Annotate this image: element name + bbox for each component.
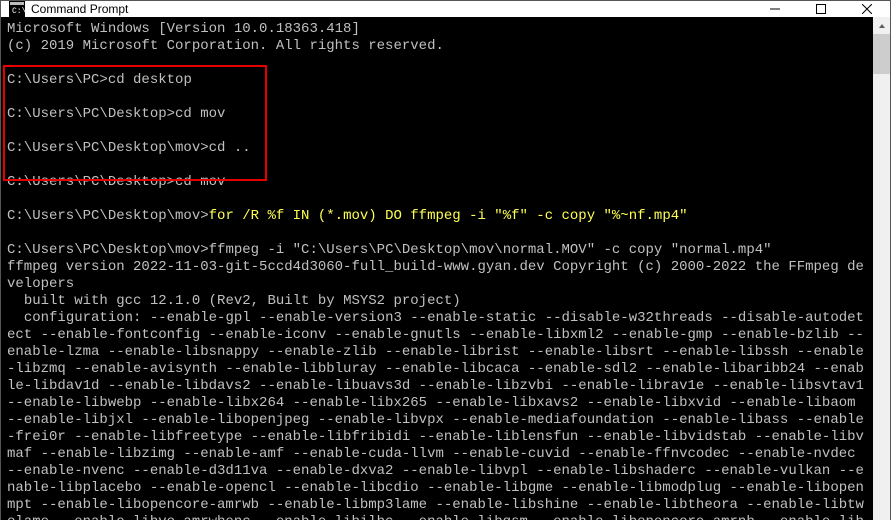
command-line: C:\Users\PC\Desktop>cd mov	[7, 106, 867, 123]
output-line: ffmpeg version 2022-11-03-git-5ccd4d3060…	[7, 259, 867, 293]
highlighted-command: for /R %f IN (*.mov) DO ffmpeg -i "%f" -…	[209, 208, 688, 224]
output-line	[7, 191, 867, 208]
maximize-icon	[816, 4, 826, 14]
command-line: C:\Users\PC\Desktop\mov>for /R %f IN (*.…	[7, 208, 867, 225]
prompt: C:\Users\PC\Desktop>	[7, 106, 175, 122]
output-line	[7, 123, 867, 140]
cmd-icon: C:\	[9, 1, 25, 17]
titlebar[interactable]: C:\ Command Prompt	[1, 1, 890, 17]
scrollbar-thumb[interactable]	[873, 34, 890, 74]
maximize-button[interactable]	[798, 1, 844, 17]
close-button[interactable]	[844, 1, 890, 17]
output-line: Microsoft Windows [Version 10.0.18363.41…	[7, 21, 867, 38]
window-title: Command Prompt	[31, 2, 128, 16]
output-line: (c) 2019 Microsoft Corporation. All righ…	[7, 38, 867, 55]
command-text: ffmpeg -i "C:\Users\PC\Desktop\mov\norma…	[209, 242, 772, 258]
output-line	[7, 225, 867, 242]
terminal-area: Microsoft Windows [Version 10.0.18363.41…	[1, 17, 890, 520]
minimize-button[interactable]	[752, 1, 798, 17]
command-line: C:\Users\PC\Desktop\mov>ffmpeg -i "C:\Us…	[7, 242, 867, 259]
command-prompt-window: C:\ Command Prompt Microsoft Windows [Ve…	[0, 0, 891, 520]
titlebar-left: C:\ Command Prompt	[9, 1, 128, 17]
command-line: C:\Users\PC\Desktop\mov>cd ..	[7, 140, 867, 157]
output-line: configuration: --enable-gpl --enable-ver…	[7, 310, 867, 520]
vertical-scrollbar[interactable]	[873, 17, 890, 520]
output-line	[7, 157, 867, 174]
command-text: cd mov	[175, 106, 225, 122]
scroll-up-button[interactable]	[873, 17, 890, 34]
command-line: C:\Users\PC\Desktop>cd mov	[7, 174, 867, 191]
output-line	[7, 55, 867, 72]
close-icon	[862, 4, 872, 14]
command-text: cd desktop	[108, 72, 192, 88]
output-line	[7, 89, 867, 106]
prompt: C:\Users\PC\Desktop\mov>	[7, 140, 209, 156]
minimize-icon	[770, 4, 780, 14]
command-text: cd mov	[175, 174, 225, 190]
prompt: C:\Users\PC\Desktop>	[7, 174, 175, 190]
terminal-output[interactable]: Microsoft Windows [Version 10.0.18363.41…	[1, 17, 873, 520]
chevron-up-icon	[878, 22, 886, 30]
prompt: C:\Users\PC\Desktop\mov>	[7, 242, 209, 258]
prompt: C:\Users\PC>	[7, 72, 108, 88]
window-controls	[752, 1, 890, 17]
prompt: C:\Users\PC\Desktop\mov>	[7, 208, 209, 224]
output-line: built with gcc 12.1.0 (Rev2, Built by MS…	[7, 293, 867, 310]
scrollbar-track[interactable]	[873, 34, 890, 520]
svg-text:C:\: C:\	[12, 7, 25, 16]
command-text: cd ..	[209, 140, 251, 156]
command-line: C:\Users\PC>cd desktop	[7, 72, 867, 89]
